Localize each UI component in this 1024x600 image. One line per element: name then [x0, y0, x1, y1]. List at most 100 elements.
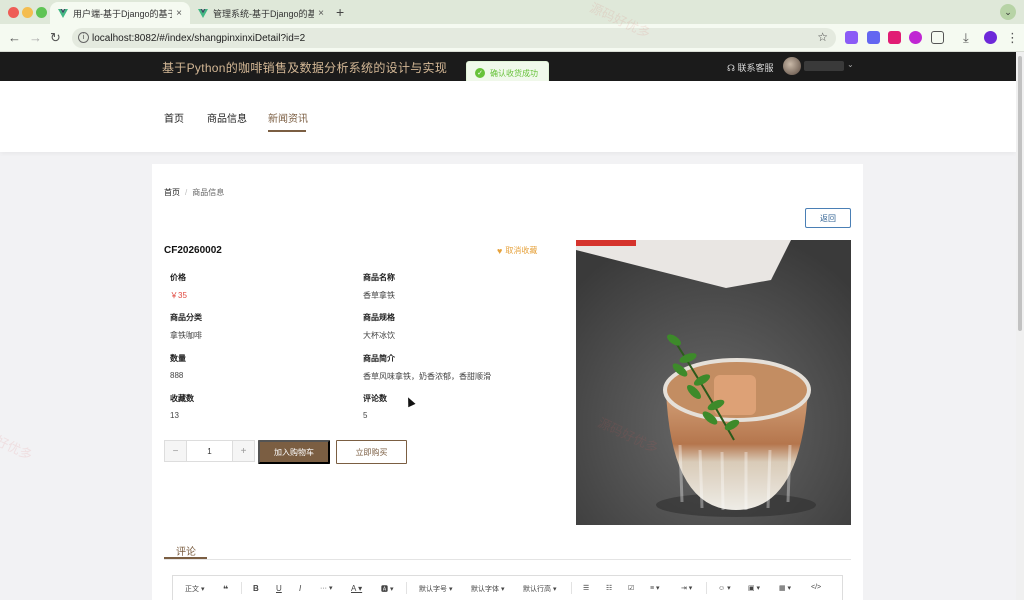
browser-tab-bar: 用户端-基于Django的基于Pyth × 管理系统-基于Django的基于Py…	[0, 0, 1024, 24]
quantity-input[interactable]: 1	[187, 441, 232, 461]
url-text: localhost:8082/#/index/shangpinxinxiDeta…	[92, 32, 306, 44]
paragraph-select[interactable]: 正文 ▾	[185, 584, 204, 594]
nav-active-indicator	[268, 130, 306, 132]
reload-icon[interactable]: ↻	[50, 30, 61, 46]
field-value: ￥35	[170, 291, 187, 300]
unfavorite-button[interactable]: ♥ 取消收藏	[497, 245, 537, 256]
close-tab-icon[interactable]: ×	[318, 8, 324, 19]
heart-icon: ♥	[497, 245, 503, 256]
browser-menu-icon[interactable]: ⋮	[1006, 30, 1019, 46]
unfavorite-label: 取消收藏	[505, 246, 538, 255]
bulleted-list-icon[interactable]: ☰	[583, 584, 589, 592]
back-button[interactable]: 返回	[805, 208, 851, 228]
font-size-select[interactable]: 默认字号 ▾	[419, 584, 452, 594]
todo-checkbox-icon[interactable]: ☑	[628, 584, 634, 592]
tab-title: 管理系统-基于Django的基于Py	[213, 8, 315, 19]
page-scrollbar[interactable]	[1016, 52, 1024, 600]
download-icon[interactable]: ⤓	[963, 30, 969, 46]
bold-icon[interactable]: B	[253, 584, 259, 593]
add-to-cart-button[interactable]: 加入购物车	[258, 440, 330, 464]
new-tab-button[interactable]: +	[336, 4, 344, 20]
back-arrow-icon[interactable]: ←	[8, 30, 21, 45]
field-value: 香草拿铁	[363, 291, 395, 300]
product-code: CF20260002	[164, 245, 222, 256]
breadcrumb-home[interactable]: 首页	[164, 188, 180, 197]
vue-logo-icon	[198, 8, 208, 18]
background-color-icon[interactable]: 🅰 ▾	[381, 584, 393, 594]
nav-item-home[interactable]: 首页	[164, 110, 184, 125]
field-label: 价格	[170, 273, 186, 282]
divider	[571, 582, 572, 594]
more-styles-icon[interactable]: ··· ▾	[320, 584, 332, 592]
field-label: 商品名称	[363, 273, 395, 282]
line-height-label: 默认行高	[523, 586, 551, 593]
browser-tab-user[interactable]: 用户端-基于Django的基于Pyth ×	[50, 2, 190, 24]
browser-tab-admin[interactable]: 管理系统-基于Django的基于Py ×	[190, 2, 332, 24]
divider	[241, 582, 242, 594]
url-bar[interactable]: i localhost:8082/#/index/shangpinxinxiDe…	[72, 28, 836, 48]
zoom-window-button[interactable]	[36, 7, 47, 18]
font-family-label: 默认字体	[471, 586, 499, 593]
minimize-window-button[interactable]	[22, 7, 33, 18]
decrement-button[interactable]: −	[165, 441, 187, 461]
emoji-icon[interactable]: ☺ ▾	[718, 584, 731, 592]
profile-icon[interactable]	[984, 31, 997, 44]
code-icon[interactable]: </>	[811, 584, 821, 591]
comment-editor-toolbar: 正文 ▾ ❝ B U I ··· ▾ A ▾ 🅰 ▾ 默认字号 ▾ 默认字体 ▾…	[172, 575, 843, 600]
field-value: 5	[363, 411, 368, 420]
field-label: 商品规格	[363, 313, 395, 322]
chevron-down-icon[interactable]: ⌄	[847, 60, 854, 69]
address-toolbar: ← → ↻ i localhost:8082/#/index/shangpinx…	[0, 24, 1024, 52]
extension-icon[interactable]	[888, 31, 901, 44]
product-detail-card: 首页 / 商品信息 返回 CF20260002 ♥ 取消收藏 价格 ￥35 商品名称 …	[152, 164, 863, 600]
site-info-icon[interactable]: i	[78, 32, 89, 43]
field-label: 商品简介	[363, 354, 395, 363]
italic-icon[interactable]: I	[299, 584, 301, 593]
bookmark-star-icon[interactable]: ☆	[817, 30, 828, 44]
breadcrumb-current: 商品信息	[192, 188, 225, 197]
close-tab-icon[interactable]: ×	[176, 8, 182, 19]
table-icon[interactable]: ▦ ▾	[779, 584, 791, 592]
field-favorites: 收藏数 13	[170, 393, 194, 420]
field-price: 价格 ￥35	[170, 272, 187, 301]
divider	[164, 559, 851, 560]
extension-icon[interactable]	[909, 31, 922, 44]
nav-item-products[interactable]: 商品信息	[207, 110, 247, 125]
line-height-select[interactable]: 默认行高 ▾	[523, 584, 556, 594]
field-label: 收藏数	[170, 394, 194, 403]
toast-message: 确认收货成功	[490, 68, 538, 78]
nav-item-news[interactable]: 新闻资讯	[268, 110, 308, 125]
extension-icon[interactable]	[845, 31, 858, 44]
avatar[interactable]	[783, 57, 801, 75]
font-color-icon[interactable]: A ▾	[351, 584, 362, 593]
breadcrumb: 首页 / 商品信息	[164, 187, 224, 198]
quantity-stepper: − 1 +	[164, 440, 255, 462]
support-link[interactable]: ☊ 联系客服	[727, 61, 774, 74]
field-comments: 评论数 5	[363, 393, 387, 420]
indent-icon[interactable]: ⇥ ▾	[681, 584, 692, 592]
increment-button[interactable]: +	[232, 441, 254, 461]
numbered-list-icon[interactable]: ☷	[606, 584, 612, 592]
image-icon[interactable]: ▣ ▾	[748, 584, 760, 592]
field-label: 商品分类	[170, 313, 202, 322]
watermark: 源码好优多	[0, 421, 35, 463]
tab-title: 用户端-基于Django的基于Pyth	[73, 8, 173, 19]
field-value: 大杯冰饮	[363, 331, 395, 340]
scrollbar-thumb[interactable]	[1018, 56, 1022, 331]
username-redacted[interactable]	[804, 61, 844, 71]
font-size-label: 默认字号	[419, 586, 447, 593]
font-family-select[interactable]: 默认字体 ▾	[471, 584, 504, 594]
tab-comments[interactable]: 评论	[176, 543, 196, 558]
field-spec: 商品规格 大杯冰饮	[363, 312, 395, 341]
extension-icon[interactable]	[867, 31, 880, 44]
quote-icon[interactable]: ❝	[223, 584, 228, 595]
tab-search-chevron-icon[interactable]: ⌄	[1000, 4, 1016, 20]
extensions-puzzle-icon[interactable]	[931, 31, 944, 44]
divider	[706, 582, 707, 594]
forward-arrow-icon[interactable]: →	[29, 30, 42, 45]
close-window-button[interactable]	[8, 7, 19, 18]
product-image	[576, 240, 851, 525]
align-icon[interactable]: ≡ ▾	[650, 584, 660, 592]
buy-now-button[interactable]: 立即购买	[336, 440, 407, 464]
underline-icon[interactable]: U	[276, 584, 282, 593]
